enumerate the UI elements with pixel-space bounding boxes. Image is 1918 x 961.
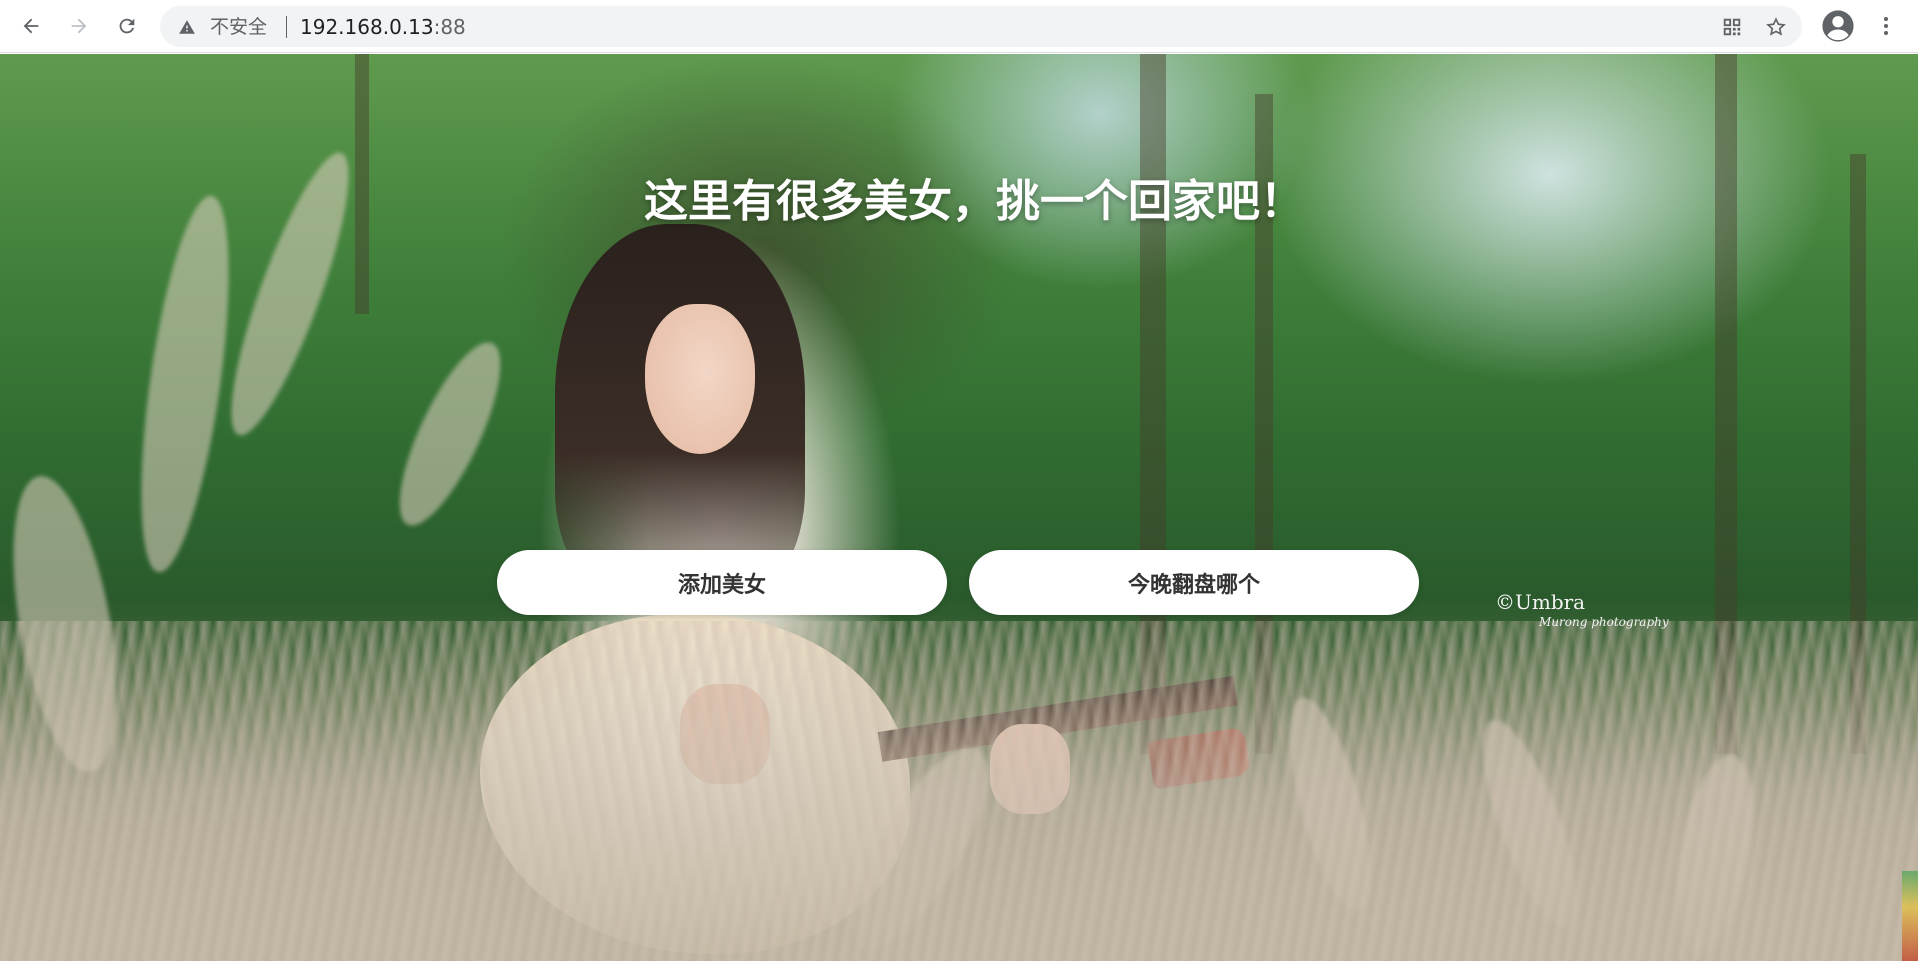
forward-arrow-icon [71,18,87,34]
photo-watermark: ©Umbra Murong photography [1495,590,1669,630]
star-icon [1766,17,1786,36]
url-host: 192.168.0.13 [300,15,434,39]
qr-code-button[interactable] [1720,15,1744,39]
bookmark-button[interactable] [1764,15,1788,39]
add-beauty-button[interactable]: 添加美女 [497,550,947,615]
foreground-grass [0,621,1918,961]
url-text[interactable]: 192.168.0.13:88 [300,16,466,38]
account-icon [1822,10,1854,42]
forward-button[interactable] [62,9,96,43]
url-port: :88 [433,15,466,39]
warning-triangle-icon [179,20,195,34]
page-title: 这里有很多美女，挑一个回家吧！ [644,176,1304,227]
watermark-main: ©Umbra [1495,590,1586,614]
address-bar[interactable]: 不安全 192.168.0.13:88 [160,6,1802,47]
reload-icon [119,18,135,34]
browser-menu-button[interactable] [1868,8,1904,44]
qr-code-icon [1723,18,1741,36]
back-arrow-icon [23,18,39,34]
security-label[interactable]: 不安全 [210,16,267,38]
pick-tonight-button[interactable]: 今晚翻盘哪个 [969,550,1419,615]
grass-plume [380,330,520,538]
watermark-sub: Murong photography [1539,615,1669,629]
profile-button[interactable] [1820,8,1856,44]
edge-widget [1902,871,1918,961]
back-button[interactable] [14,9,48,43]
omnibox-divider [286,16,287,38]
person-face [645,304,755,454]
hero-background: 这里有很多美女，挑一个回家吧！ 添加美女 今晚翻盘哪个 ©Umbra Muron… [0,54,1918,961]
more-vertical-icon [1884,17,1888,35]
reload-button[interactable] [110,9,144,43]
browser-toolbar: 不安全 192.168.0.13:88 [0,0,1918,53]
grass-plume [123,190,247,578]
